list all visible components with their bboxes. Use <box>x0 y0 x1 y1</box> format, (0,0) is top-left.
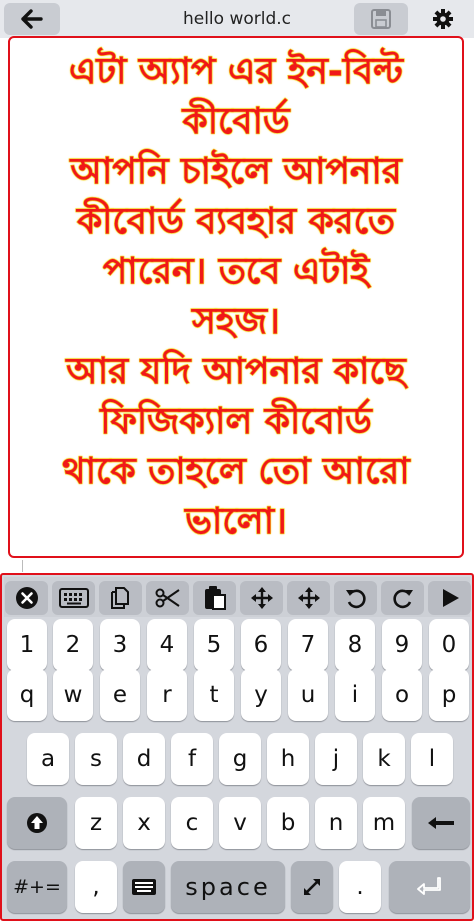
message-line: ফিজিক্যাল কীবোর্ড <box>100 400 373 442</box>
key-8[interactable]: 8 <box>335 619 375 671</box>
move-selection-button[interactable] <box>287 581 330 615</box>
key-c[interactable]: c <box>171 797 213 849</box>
shift-icon <box>26 812 48 834</box>
key-period[interactable]: . <box>339 861 381 913</box>
key-z[interactable]: z <box>75 797 117 849</box>
message-line: আর যদি আপনার কাছে <box>66 350 407 392</box>
redo-icon <box>391 586 415 610</box>
settings-button[interactable] <box>418 3 468 35</box>
top-bar: hello world.c <box>0 0 474 38</box>
copy-icon <box>108 585 134 611</box>
key-d[interactable]: d <box>123 733 165 785</box>
key-7[interactable]: 7 <box>288 619 328 671</box>
key-q[interactable]: q <box>7 669 47 721</box>
toggle-keyboard-button[interactable] <box>52 581 95 615</box>
key-n[interactable]: n <box>315 797 357 849</box>
key-u[interactable]: u <box>288 669 328 721</box>
key-r[interactable]: r <box>147 669 187 721</box>
keyboard-icon <box>131 878 157 896</box>
key-a[interactable]: a <box>27 733 69 785</box>
message-line: পারেন। তবে এটাই <box>102 250 370 292</box>
key-h[interactable]: h <box>267 733 309 785</box>
key-1[interactable]: 1 <box>7 619 47 671</box>
save-icon <box>370 8 392 30</box>
key-0[interactable]: 0 <box>429 619 469 671</box>
key-6[interactable]: 6 <box>241 619 281 671</box>
close-circle-icon <box>15 586 39 610</box>
backspace-key[interactable] <box>412 797 470 849</box>
key-k[interactable]: k <box>363 733 405 785</box>
enter-key[interactable] <box>389 861 470 913</box>
message-line: ভালো। <box>184 500 287 542</box>
key-m[interactable]: m <box>363 797 405 849</box>
move-icon <box>296 585 322 611</box>
key-2[interactable]: 2 <box>53 619 93 671</box>
key-t[interactable]: t <box>194 669 234 721</box>
backspace-icon <box>426 815 456 831</box>
key-e[interactable]: e <box>100 669 140 721</box>
key-i[interactable]: i <box>335 669 375 721</box>
key-y[interactable]: y <box>241 669 281 721</box>
keyboard-toolbar <box>4 577 471 617</box>
keyboard-icon <box>58 588 89 608</box>
back-button[interactable] <box>4 3 60 35</box>
message-line: এটা অ্যাপ এর ইন-বিল্ট <box>68 50 404 92</box>
cut-icon <box>155 586 181 610</box>
message-line: আপনি চাইলে আপনার <box>70 150 403 192</box>
message-line: কীবোর্ড ব্যবহার করতে <box>76 200 396 242</box>
message-line: সহজ। <box>192 300 281 342</box>
symbols-key[interactable]: #+= <box>7 861 67 913</box>
close-keyboard-button[interactable] <box>5 581 48 615</box>
move-icon <box>249 585 275 611</box>
key-f[interactable]: f <box>171 733 213 785</box>
shift-key[interactable] <box>7 797 67 849</box>
in-app-keyboard: 1 2 3 4 5 6 7 8 9 0 q w e r t y u i o p … <box>0 573 474 921</box>
key-j[interactable]: j <box>315 733 357 785</box>
key-b[interactable]: b <box>267 797 309 849</box>
key-4[interactable]: 4 <box>147 619 187 671</box>
key-w[interactable]: w <box>53 669 93 721</box>
key-g[interactable]: g <box>219 733 261 785</box>
copy-button[interactable] <box>99 581 142 615</box>
enter-icon <box>416 876 444 898</box>
paste-icon <box>203 585 227 611</box>
key-3[interactable]: 3 <box>100 619 140 671</box>
message-line: কীবোর্ড <box>182 100 290 142</box>
cut-button[interactable] <box>146 581 189 615</box>
keyboard-info-message: এটা অ্যাপ এর ইন-বিল্ট কীবোর্ড আপনি চাইলে… <box>8 36 464 558</box>
undo-button[interactable] <box>334 581 377 615</box>
run-button[interactable] <box>428 581 471 615</box>
key-5[interactable]: 5 <box>194 619 234 671</box>
toggle-keyboard-key[interactable] <box>123 861 165 913</box>
key-p[interactable]: p <box>429 669 469 721</box>
key-o[interactable]: o <box>382 669 422 721</box>
gear-icon <box>432 8 454 30</box>
undo-icon <box>344 586 368 610</box>
move-cursor-button[interactable] <box>240 581 283 615</box>
key-comma[interactable]: , <box>75 861 117 913</box>
expand-icon <box>301 876 323 898</box>
paste-button[interactable] <box>193 581 236 615</box>
key-s[interactable]: s <box>75 733 117 785</box>
arrow-left-icon <box>21 9 43 29</box>
key-x[interactable]: x <box>123 797 165 849</box>
key-9[interactable]: 9 <box>382 619 422 671</box>
message-line: থাকে তাহলে তো আরো <box>62 450 411 492</box>
expand-key[interactable] <box>291 861 333 913</box>
space-key[interactable]: space <box>171 861 285 913</box>
text-cursor <box>22 560 23 572</box>
run-icon <box>439 587 461 609</box>
save-button[interactable] <box>354 3 408 35</box>
key-v[interactable]: v <box>219 797 261 849</box>
redo-button[interactable] <box>381 581 424 615</box>
key-l[interactable]: l <box>411 733 453 785</box>
file-title: hello world.c <box>182 9 292 29</box>
